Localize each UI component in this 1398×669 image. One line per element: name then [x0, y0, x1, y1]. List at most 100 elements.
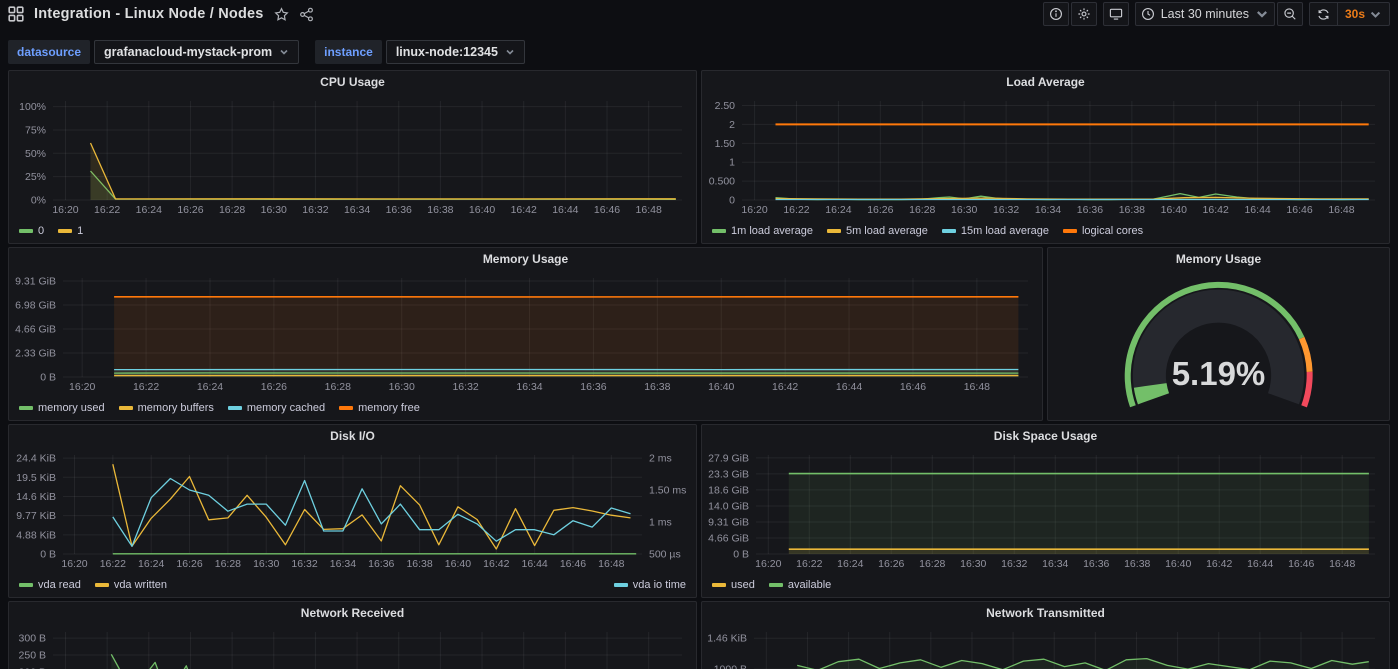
svg-text:16:24: 16:24	[197, 381, 223, 392]
variable-instance: instance linux-node:12345	[315, 40, 525, 64]
svg-text:16:48: 16:48	[1328, 204, 1354, 215]
svg-text:16:42: 16:42	[483, 558, 509, 569]
svg-text:16:34: 16:34	[344, 204, 370, 215]
svg-text:2.33 GiB: 2.33 GiB	[15, 347, 56, 359]
svg-text:0.500: 0.500	[709, 176, 735, 188]
svg-text:16:26: 16:26	[177, 204, 203, 215]
panel-title[interactable]: Memory Usage	[1048, 248, 1389, 270]
svg-text:16:24: 16:24	[138, 558, 164, 569]
legend-label: memory cached	[247, 402, 325, 414]
svg-text:16:40: 16:40	[469, 204, 495, 215]
svg-text:16:24: 16:24	[136, 204, 162, 215]
svg-text:0 B: 0 B	[40, 549, 56, 561]
variable-instance-value[interactable]: linux-node:12345	[386, 40, 525, 64]
svg-text:16:24: 16:24	[825, 204, 851, 215]
svg-text:24.4 KiB: 24.4 KiB	[16, 453, 56, 465]
svg-text:0 B: 0 B	[40, 372, 56, 384]
svg-text:16:38: 16:38	[406, 558, 432, 569]
legend-item[interactable]: memory used	[19, 402, 105, 414]
svg-text:300 B: 300 B	[19, 633, 46, 645]
time-range-picker[interactable]: Last 30 minutes	[1135, 2, 1275, 26]
cycle-view-mode-button[interactable]	[1103, 2, 1129, 26]
svg-text:16:36: 16:36	[1077, 204, 1103, 215]
dashboard-variables: datasource grafanacloud-mystack-prom ins…	[8, 40, 525, 64]
svg-text:4.66 GiB: 4.66 GiB	[708, 532, 749, 544]
legend-item[interactable]: available	[769, 579, 831, 591]
legend: 01	[19, 223, 686, 239]
svg-text:16:20: 16:20	[52, 204, 78, 215]
legend-swatch	[119, 406, 133, 410]
panel-title[interactable]: Memory Usage	[9, 248, 1042, 270]
svg-text:16:46: 16:46	[594, 204, 620, 215]
svg-text:16:22: 16:22	[783, 204, 809, 215]
cpu-usage-chart[interactable]: 16:2016:2216:2416:2616:2816:3016:3216:34…	[13, 93, 692, 215]
svg-text:75%: 75%	[25, 124, 46, 136]
legend-item[interactable]: used	[712, 579, 755, 591]
panel-title[interactable]: Load Average	[702, 71, 1389, 93]
svg-text:16:30: 16:30	[261, 204, 287, 215]
legend-item[interactable]: vda read	[19, 579, 81, 591]
legend-item[interactable]: vda written	[95, 579, 167, 591]
variable-instance-selected: linux-node:12345	[396, 45, 498, 59]
network-received-chart[interactable]: 16:2016:2216:2416:2616:2816:3016:3216:34…	[13, 624, 692, 669]
legend: memory used memory buffers memory cached me…	[19, 400, 1032, 416]
share-icon[interactable]	[299, 7, 314, 22]
monitor-icon	[1109, 7, 1123, 21]
refresh-interval-dropdown[interactable]: 30s	[1337, 3, 1389, 25]
panel-title[interactable]: Disk Space Usage	[702, 425, 1389, 447]
svg-text:9.77 KiB: 9.77 KiB	[16, 510, 56, 522]
legend-item[interactable]: 15m load average	[942, 225, 1049, 237]
legend-item[interactable]: 5m load average	[827, 225, 928, 237]
svg-text:2: 2	[729, 119, 735, 131]
svg-text:16:34: 16:34	[1042, 558, 1068, 569]
svg-text:16:38: 16:38	[1119, 204, 1145, 215]
svg-text:16:42: 16:42	[1206, 558, 1232, 569]
svg-text:16:30: 16:30	[951, 204, 977, 215]
dashboards-grid-icon[interactable]	[8, 6, 24, 22]
svg-text:16:48: 16:48	[636, 204, 662, 215]
svg-text:16:20: 16:20	[69, 381, 95, 392]
svg-text:16:30: 16:30	[253, 558, 279, 569]
dashboard-settings-button[interactable]	[1071, 2, 1097, 26]
legend-item[interactable]: vda io time	[614, 579, 686, 591]
disk-io-chart[interactable]: 16:2016:2216:2416:2616:2816:3016:3216:34…	[13, 447, 692, 569]
legend-item[interactable]: 1	[58, 225, 83, 237]
variable-datasource-value[interactable]: grafanacloud-mystack-prom	[94, 40, 299, 64]
legend-item[interactable]: memory cached	[228, 402, 325, 414]
svg-text:16:22: 16:22	[796, 558, 822, 569]
svg-text:16:36: 16:36	[580, 381, 606, 392]
svg-text:16:44: 16:44	[552, 204, 578, 215]
panel-title[interactable]: Disk I/O	[9, 425, 696, 447]
time-range-label: Last 30 minutes	[1161, 7, 1249, 21]
legend-item[interactable]: memory buffers	[119, 402, 214, 414]
memory-usage-gauge[interactable]: 5.19%	[1052, 270, 1385, 416]
svg-text:16:26: 16:26	[261, 381, 287, 392]
panel-network-received: Network Received 16:2016:2216:2416:2616:…	[8, 601, 697, 669]
svg-text:16:44: 16:44	[1247, 558, 1273, 569]
network-transmitted-chart[interactable]: 16:2016:2216:2416:2616:2816:3016:3216:34…	[706, 624, 1385, 669]
svg-text:9.31 GiB: 9.31 GiB	[708, 516, 749, 528]
refresh-button[interactable]	[1310, 3, 1337, 25]
panel-title[interactable]: CPU Usage	[9, 71, 696, 93]
svg-text:1: 1	[729, 157, 735, 169]
zoom-out-time-button[interactable]	[1277, 2, 1303, 26]
disk-space-chart[interactable]: 16:2016:2216:2416:2616:2816:3016:3216:34…	[706, 447, 1385, 569]
memory-usage-chart[interactable]: 16:2016:2216:2416:2616:2816:3016:3216:34…	[13, 270, 1038, 392]
svg-text:16:28: 16:28	[215, 558, 241, 569]
legend-item[interactable]: logical cores	[1063, 225, 1143, 237]
dashboard-insights-button[interactable]	[1043, 2, 1069, 26]
legend-item[interactable]: memory free	[339, 402, 420, 414]
svg-text:4.88 KiB: 4.88 KiB	[16, 529, 56, 541]
star-icon[interactable]	[274, 7, 289, 22]
legend-item[interactable]: 1m load average	[712, 225, 813, 237]
svg-text:16:28: 16:28	[919, 558, 945, 569]
panel-title[interactable]: Network Transmitted	[702, 602, 1389, 624]
svg-text:16:48: 16:48	[1329, 558, 1355, 569]
legend-item[interactable]: 0	[19, 225, 44, 237]
clock-icon	[1141, 7, 1155, 21]
chevron-down-icon	[505, 47, 515, 57]
load-average-chart[interactable]: 16:2016:2216:2416:2616:2816:3016:3216:34…	[706, 93, 1385, 215]
legend-label: 5m load average	[846, 225, 928, 237]
panel-title[interactable]: Network Received	[9, 602, 696, 624]
svg-text:100%: 100%	[19, 101, 46, 113]
